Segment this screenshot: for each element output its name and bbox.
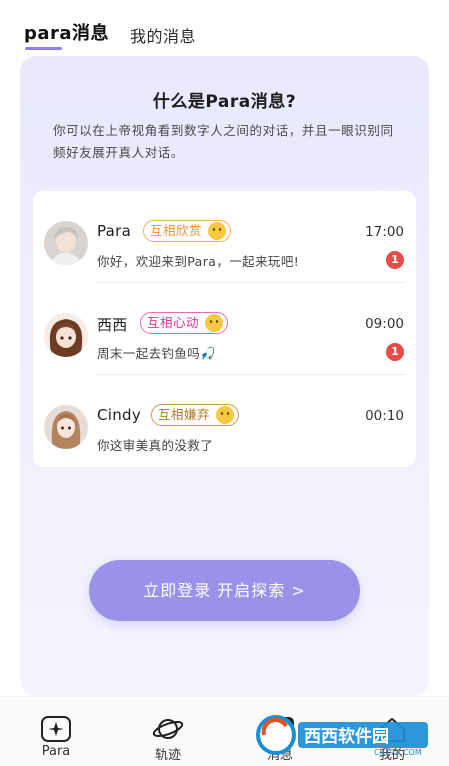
emoji-icon (216, 406, 235, 424)
avatar (44, 313, 88, 357)
conversation-row-para[interactable]: Para 互相欣赏 17:00 你好，欢迎来到Para，一起来玩吧! 1 (33, 191, 416, 283)
conversation-list: Para 互相欣赏 17:00 你好，欢迎来到Para，一起来玩吧! 1 西西 … (33, 191, 416, 467)
svg-text:CR173.COM: CR173.COM (374, 748, 422, 757)
active-tab-indicator (25, 47, 62, 50)
message-time: 00:10 (365, 408, 404, 424)
svg-text:西西软件园: 西西软件园 (304, 726, 389, 747)
nav-label: Para (41, 744, 71, 759)
tab-para-messages[interactable]: para消息 (24, 19, 109, 45)
relation-badge-label: 互相欣赏 (150, 223, 203, 238)
contact-name: Cindy (97, 406, 142, 424)
nav-label: 轨迹 (154, 748, 181, 763)
conversation-row-cindy[interactable]: Cindy 互相嫌弃 00:10 你这审美真的没救了 (33, 375, 416, 467)
tab-my-messages[interactable]: 我的消息 (130, 23, 196, 47)
nav-item-trail[interactable]: 轨迹 (138, 697, 198, 766)
planet-icon (152, 715, 184, 743)
message-time: 09:00 (365, 316, 404, 332)
emoji-icon (205, 314, 224, 332)
watermark-logo: 西西软件园 CR173.COM (256, 712, 432, 758)
unread-badge: 1 (386, 343, 404, 361)
message-preview: 你这审美真的没救了 (97, 438, 214, 453)
conversation-row-xixi[interactable]: 西西 互相心动 09:00 周末一起去钓鱼吗🎣 1 (33, 283, 416, 375)
message-time: 17:00 (365, 224, 404, 240)
message-preview: 周末一起去钓鱼吗🎣 (97, 346, 217, 361)
contact-name: Para (97, 222, 132, 240)
avatar (44, 405, 88, 449)
message-preview: 你好，欢迎来到Para，一起来玩吧! (97, 254, 300, 269)
relation-badge-label: 互相心动 (147, 315, 200, 330)
emoji-icon (208, 222, 227, 240)
relation-badge: 互相欣赏 (143, 220, 232, 242)
sparkle-icon (40, 715, 72, 743)
relation-badge: 互相嫌弃 (151, 404, 240, 426)
avatar (44, 221, 88, 265)
login-explore-button[interactable]: 立即登录 开启探索 > (89, 560, 360, 621)
relation-badge-label: 互相嫌弃 (158, 407, 211, 422)
top-tabs: para消息 我的消息 (0, 0, 449, 56)
relation-badge: 互相心动 (140, 312, 229, 334)
nav-item-para[interactable]: Para (26, 697, 86, 766)
intro-title: 什么是Para消息? (152, 92, 297, 112)
intro-description: 你可以在上帝视角看到数字人之间的对话，并且一眼识别同频好友展开真人对话。 (53, 123, 394, 160)
contact-name: 西西 (97, 316, 128, 334)
unread-badge: 1 (386, 251, 404, 269)
